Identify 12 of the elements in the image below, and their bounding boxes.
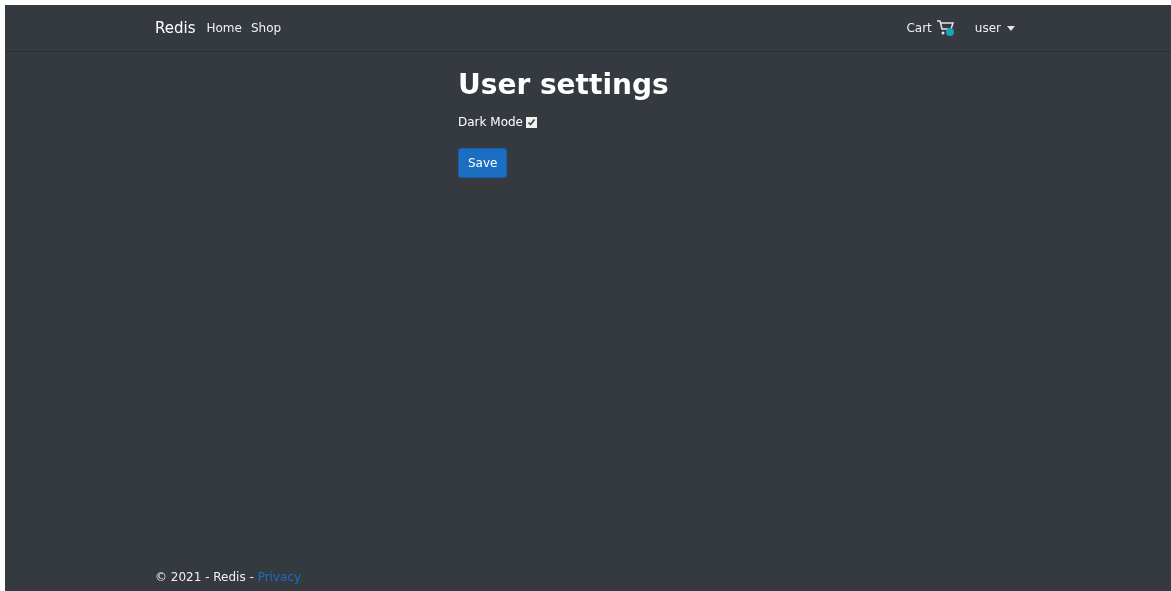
checkbox[interactable]: [526, 116, 537, 128]
user-menu[interactable]: user: [974, 21, 1001, 35]
save-button[interactable]: Save: [458, 148, 508, 178]
cart-link[interactable]: Cart: [906, 21, 932, 35]
nav-link[interactable]: Shop: [250, 21, 282, 35]
nav-link[interactable]: Home: [206, 21, 242, 35]
brand-link[interactable]: Redis: [155, 19, 196, 37]
caret-icon: [1007, 25, 1015, 31]
page-title: User settings: [458, 68, 670, 101]
footer-text: © 2021 - Redis -: [155, 570, 255, 584]
setting-label: Dark Mode: [458, 115, 523, 129]
cart-icon[interactable]: [935, 19, 956, 37]
